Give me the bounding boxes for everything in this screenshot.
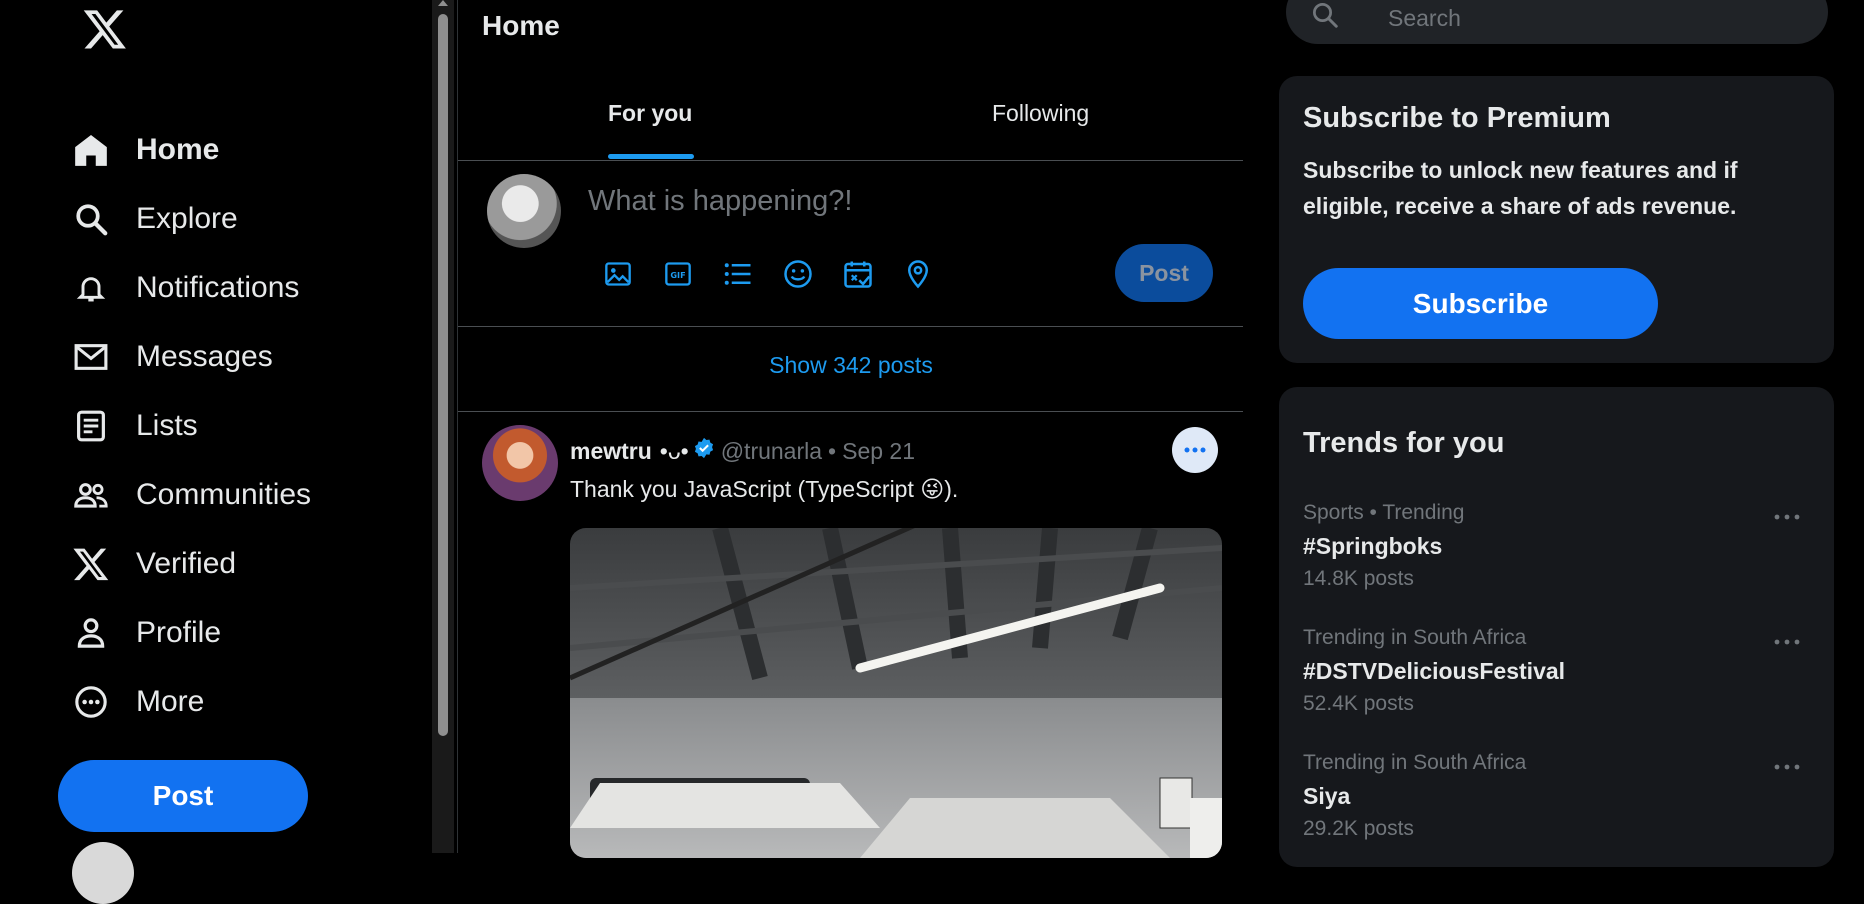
- nav-item-label: Notifications: [136, 271, 300, 304]
- post-author-handle[interactable]: @trunarla: [721, 438, 822, 465]
- nav-item-verified[interactable]: Verified: [70, 536, 236, 592]
- premium-title: Subscribe to Premium: [1303, 102, 1611, 134]
- verified-badge-icon: [693, 437, 715, 465]
- trend-meta: Trending in South Africa: [1303, 751, 1527, 774]
- page-scrollbar[interactable]: [432, 0, 454, 853]
- parking-garage-photo: [570, 528, 1222, 858]
- location-icon[interactable]: [901, 257, 935, 291]
- right-sidebar: Subscribe to Premium Subscribe to unlock…: [1243, 0, 1864, 867]
- trend-count: 14.8K posts: [1303, 567, 1414, 590]
- post-date[interactable]: Sep 21: [842, 438, 915, 465]
- person-icon: [70, 612, 112, 654]
- post-image[interactable]: [570, 528, 1222, 858]
- nav-item-label: More: [136, 685, 205, 718]
- nav-item-label: Verified: [136, 547, 237, 580]
- post-button[interactable]: Post: [58, 760, 308, 832]
- search-box[interactable]: [1286, 0, 1828, 44]
- compose-input[interactable]: [586, 178, 1190, 224]
- trend-name: #Springboks: [1303, 533, 1443, 559]
- nav-item-explore[interactable]: Explore: [70, 191, 238, 247]
- divider: [458, 411, 1244, 412]
- trend-count: 52.4K posts: [1303, 692, 1414, 715]
- bell-icon: [70, 267, 112, 309]
- post-author-name-decoration: •ᴗ•: [659, 437, 689, 464]
- list-icon: [70, 405, 112, 447]
- search-icon: [70, 198, 112, 240]
- trend-count: 29.2K posts: [1303, 817, 1414, 840]
- search-icon: [1310, 0, 1340, 35]
- nav-item-label: Profile: [136, 616, 222, 649]
- post-author-name[interactable]: mewtru: [570, 438, 652, 465]
- main-timeline: Home For you Following GIF Post Show 342…: [457, 0, 1245, 858]
- trends-title: Trends for you: [1303, 427, 1505, 459]
- schedule-icon[interactable]: [841, 257, 875, 291]
- people-icon: [70, 474, 112, 516]
- left-sidebar: Home Explore Notifications Messages List…: [0, 0, 432, 904]
- nav-item-more[interactable]: More: [70, 674, 204, 730]
- trend-more-icon[interactable]: [1769, 755, 1805, 779]
- subscribe-button[interactable]: Subscribe: [1303, 268, 1658, 339]
- trend-more-icon[interactable]: [1769, 505, 1805, 529]
- nav-item-notifications[interactable]: Notifications: [70, 260, 299, 316]
- tab-following[interactable]: Following: [992, 100, 1089, 127]
- trend-meta: Sports • Trending: [1303, 501, 1465, 524]
- trend-name: #DSTVDeliciousFestival: [1303, 658, 1566, 684]
- nav-item-label: Lists: [136, 409, 198, 442]
- nav-item-profile[interactable]: Profile: [70, 605, 221, 661]
- trend-item[interactable]: Sports • Trending #Springboks 14.8K post…: [1279, 501, 1834, 621]
- x-logo-icon: [70, 543, 112, 585]
- post-meta-separator: •: [828, 437, 837, 464]
- scroll-up-arrow-icon[interactable]: [438, 0, 448, 6]
- show-new-posts-link[interactable]: Show 342 posts: [458, 352, 1244, 379]
- x-logo-icon[interactable]: [82, 6, 128, 52]
- trends-card: Trends for you Sports • Trending #Spring…: [1279, 387, 1834, 867]
- nav-item-label: Explore: [136, 202, 238, 235]
- image-icon[interactable]: [601, 257, 635, 291]
- trend-meta: Trending in South Africa: [1303, 626, 1527, 649]
- nav-item-label: Communities: [136, 478, 312, 511]
- active-tab-indicator: [608, 154, 694, 159]
- scrollbar-thumb[interactable]: [438, 14, 448, 736]
- nav-item-lists[interactable]: Lists: [70, 398, 198, 454]
- post-more-button[interactable]: [1172, 427, 1218, 473]
- nav-item-label: Home: [136, 133, 220, 166]
- poll-icon[interactable]: [721, 257, 755, 291]
- nav-item-home[interactable]: Home: [70, 122, 219, 178]
- post-header: mewtru •ᴗ• @trunarla • Sep 21: [570, 437, 915, 465]
- divider: [458, 326, 1244, 327]
- post-text: Thank you JavaScript (TypeScript 😜).: [570, 476, 959, 502]
- trend-more-icon[interactable]: [1769, 630, 1805, 654]
- emoji-icon[interactable]: [781, 257, 815, 291]
- more-circle-icon: [70, 681, 112, 723]
- trend-item[interactable]: Trending in South Africa #DSTVDeliciousF…: [1279, 626, 1834, 746]
- svg-text:GIF: GIF: [670, 270, 685, 280]
- page-title: Home: [482, 10, 560, 41]
- trend-name: Siya: [1303, 783, 1351, 809]
- home-icon: [70, 129, 112, 171]
- compose-avatar[interactable]: [487, 174, 561, 248]
- mail-icon: [70, 336, 112, 378]
- premium-description: Subscribe to unlock new features and if …: [1303, 157, 1738, 219]
- tab-for-you[interactable]: For you: [608, 100, 692, 127]
- account-avatar[interactable]: [72, 842, 134, 904]
- nav-item-label: Messages: [136, 340, 273, 373]
- nav-item-communities[interactable]: Communities: [70, 467, 311, 523]
- compose-post-button[interactable]: Post: [1115, 244, 1213, 302]
- search-input[interactable]: [1386, 4, 1790, 33]
- premium-card: Subscribe to Premium Subscribe to unlock…: [1279, 76, 1834, 363]
- more-dots-icon: [1184, 447, 1206, 453]
- post-author-avatar[interactable]: [482, 425, 558, 501]
- divider: [458, 160, 1244, 161]
- nav-item-messages[interactable]: Messages: [70, 329, 273, 385]
- gif-icon[interactable]: GIF: [661, 257, 695, 291]
- trend-item[interactable]: Trending in South Africa Siya 29.2K post…: [1279, 751, 1834, 871]
